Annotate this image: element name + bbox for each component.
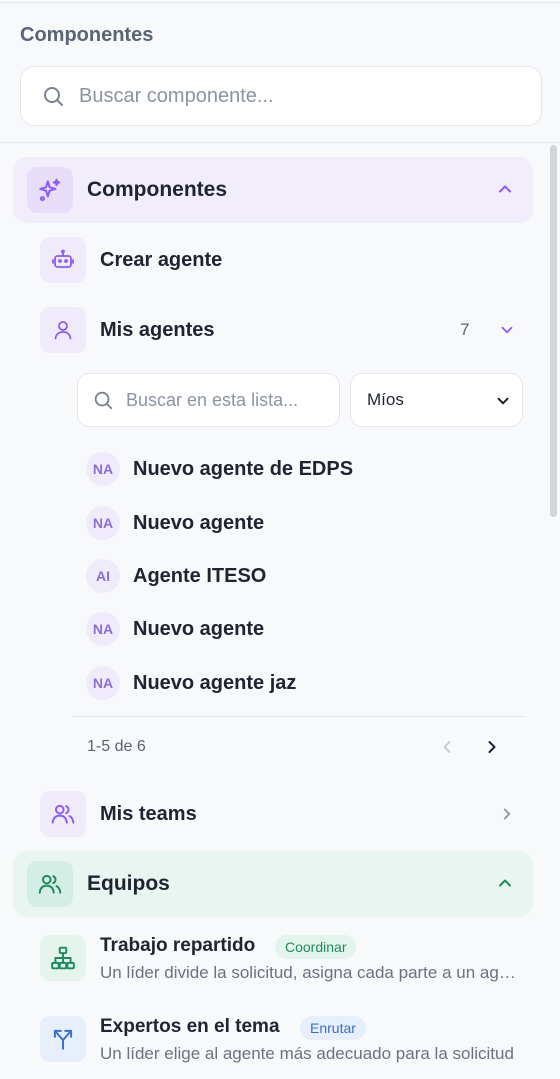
team-tag: Coordinar: [275, 935, 357, 959]
chevron-right-icon[interactable]: [498, 805, 516, 823]
component-search[interactable]: [20, 66, 542, 126]
search-divider: [0, 142, 560, 143]
user-icon: [54, 321, 72, 340]
agent-name: Agente ITESO: [133, 564, 267, 587]
component-search-input[interactable]: [79, 84, 499, 108]
team-title: Trabajo repartido: [100, 935, 256, 956]
team-description: Un líder divide la solicitud, asigna cad…: [100, 963, 520, 982]
chevron-down-icon: [497, 397, 509, 405]
list-divider: [72, 716, 526, 717]
team-item-expertos-en-el-tema[interactable]: Expertos en el tema Enrutar Un líder eli…: [40, 1016, 530, 1076]
users-icon: [38, 874, 62, 894]
avatar: NA: [86, 452, 120, 486]
pagination-text: 1-5 de 6: [87, 738, 146, 755]
avatar: NA: [86, 506, 120, 540]
agent-name: Nuevo agente de EDPS: [133, 457, 354, 480]
agent-list-item[interactable]: AI Agente ITESO: [86, 558, 506, 594]
mis-teams-item[interactable]: Mis teams: [40, 790, 530, 838]
users-icon-box: [40, 791, 86, 837]
robot-icon-box: [40, 237, 86, 283]
agent-name: Nuevo agente: [133, 617, 265, 640]
agent-list-search-input[interactable]: [126, 389, 316, 411]
users-icon: [51, 804, 75, 824]
mis-agentes-count: 7: [460, 320, 470, 339]
section-equipos-label: Equipos: [87, 872, 170, 895]
agent-filter-select[interactable]: Míos: [350, 373, 523, 427]
sparkles-icon-box: [27, 167, 73, 213]
crear-agente-item[interactable]: Crear agente: [40, 236, 530, 284]
section-componentes[interactable]: Componentes: [13, 157, 533, 223]
split-arrow-icon: [53, 1029, 73, 1050]
split-arrow-icon-box: [40, 1016, 86, 1062]
mis-agentes-item[interactable]: Mis agentes 7: [40, 306, 530, 354]
user-icon-box: [40, 307, 86, 353]
crear-agente-label: Crear agente: [100, 248, 223, 271]
agent-list-item[interactable]: NA Nuevo agente jaz: [86, 665, 506, 701]
hierarchy-icon-box: [40, 935, 86, 981]
panel-title: Componentes: [20, 24, 154, 46]
agent-list-item[interactable]: NA Nuevo agente: [86, 611, 506, 647]
chevron-left-icon[interactable]: [437, 737, 457, 757]
search-icon: [44, 87, 63, 106]
search-icon: [94, 391, 113, 410]
avatar: AI: [86, 559, 120, 593]
agent-list-item[interactable]: NA Nuevo agente de EDPS: [86, 451, 506, 487]
agent-list-search[interactable]: [77, 373, 340, 427]
team-title: Expertos en el tema: [100, 1016, 280, 1037]
mis-teams-label: Mis teams: [100, 802, 197, 825]
chevron-right-icon[interactable]: [482, 737, 502, 757]
scrollbar-thumb[interactable]: [550, 145, 557, 517]
agent-filter-value: Míos: [367, 390, 404, 409]
chevron-up-icon[interactable]: [495, 873, 515, 893]
avatar: NA: [86, 612, 120, 646]
robot-icon: [52, 249, 74, 268]
chevron-down-icon[interactable]: [498, 321, 516, 339]
users-icon-box: [27, 861, 73, 907]
agent-name: Nuevo agente jaz: [133, 671, 297, 694]
agent-list-item[interactable]: NA Nuevo agente: [86, 505, 506, 541]
mis-agentes-label: Mis agentes: [100, 318, 215, 341]
sparkles-icon: [39, 178, 61, 202]
section-equipos[interactable]: Equipos: [13, 851, 533, 917]
hierarchy-icon: [51, 946, 75, 970]
team-tag: Enrutar: [300, 1016, 366, 1040]
team-item-trabajo-repartido[interactable]: Trabajo repartido Coordinar Un líder div…: [40, 935, 530, 995]
avatar: NA: [86, 666, 120, 700]
chevron-up-icon[interactable]: [495, 179, 515, 199]
section-componentes-label: Componentes: [87, 178, 228, 201]
top-border: [0, 2, 560, 3]
agent-name: Nuevo agente: [133, 511, 265, 534]
team-description: Un líder elige al agente más adecuado pa…: [100, 1044, 514, 1063]
